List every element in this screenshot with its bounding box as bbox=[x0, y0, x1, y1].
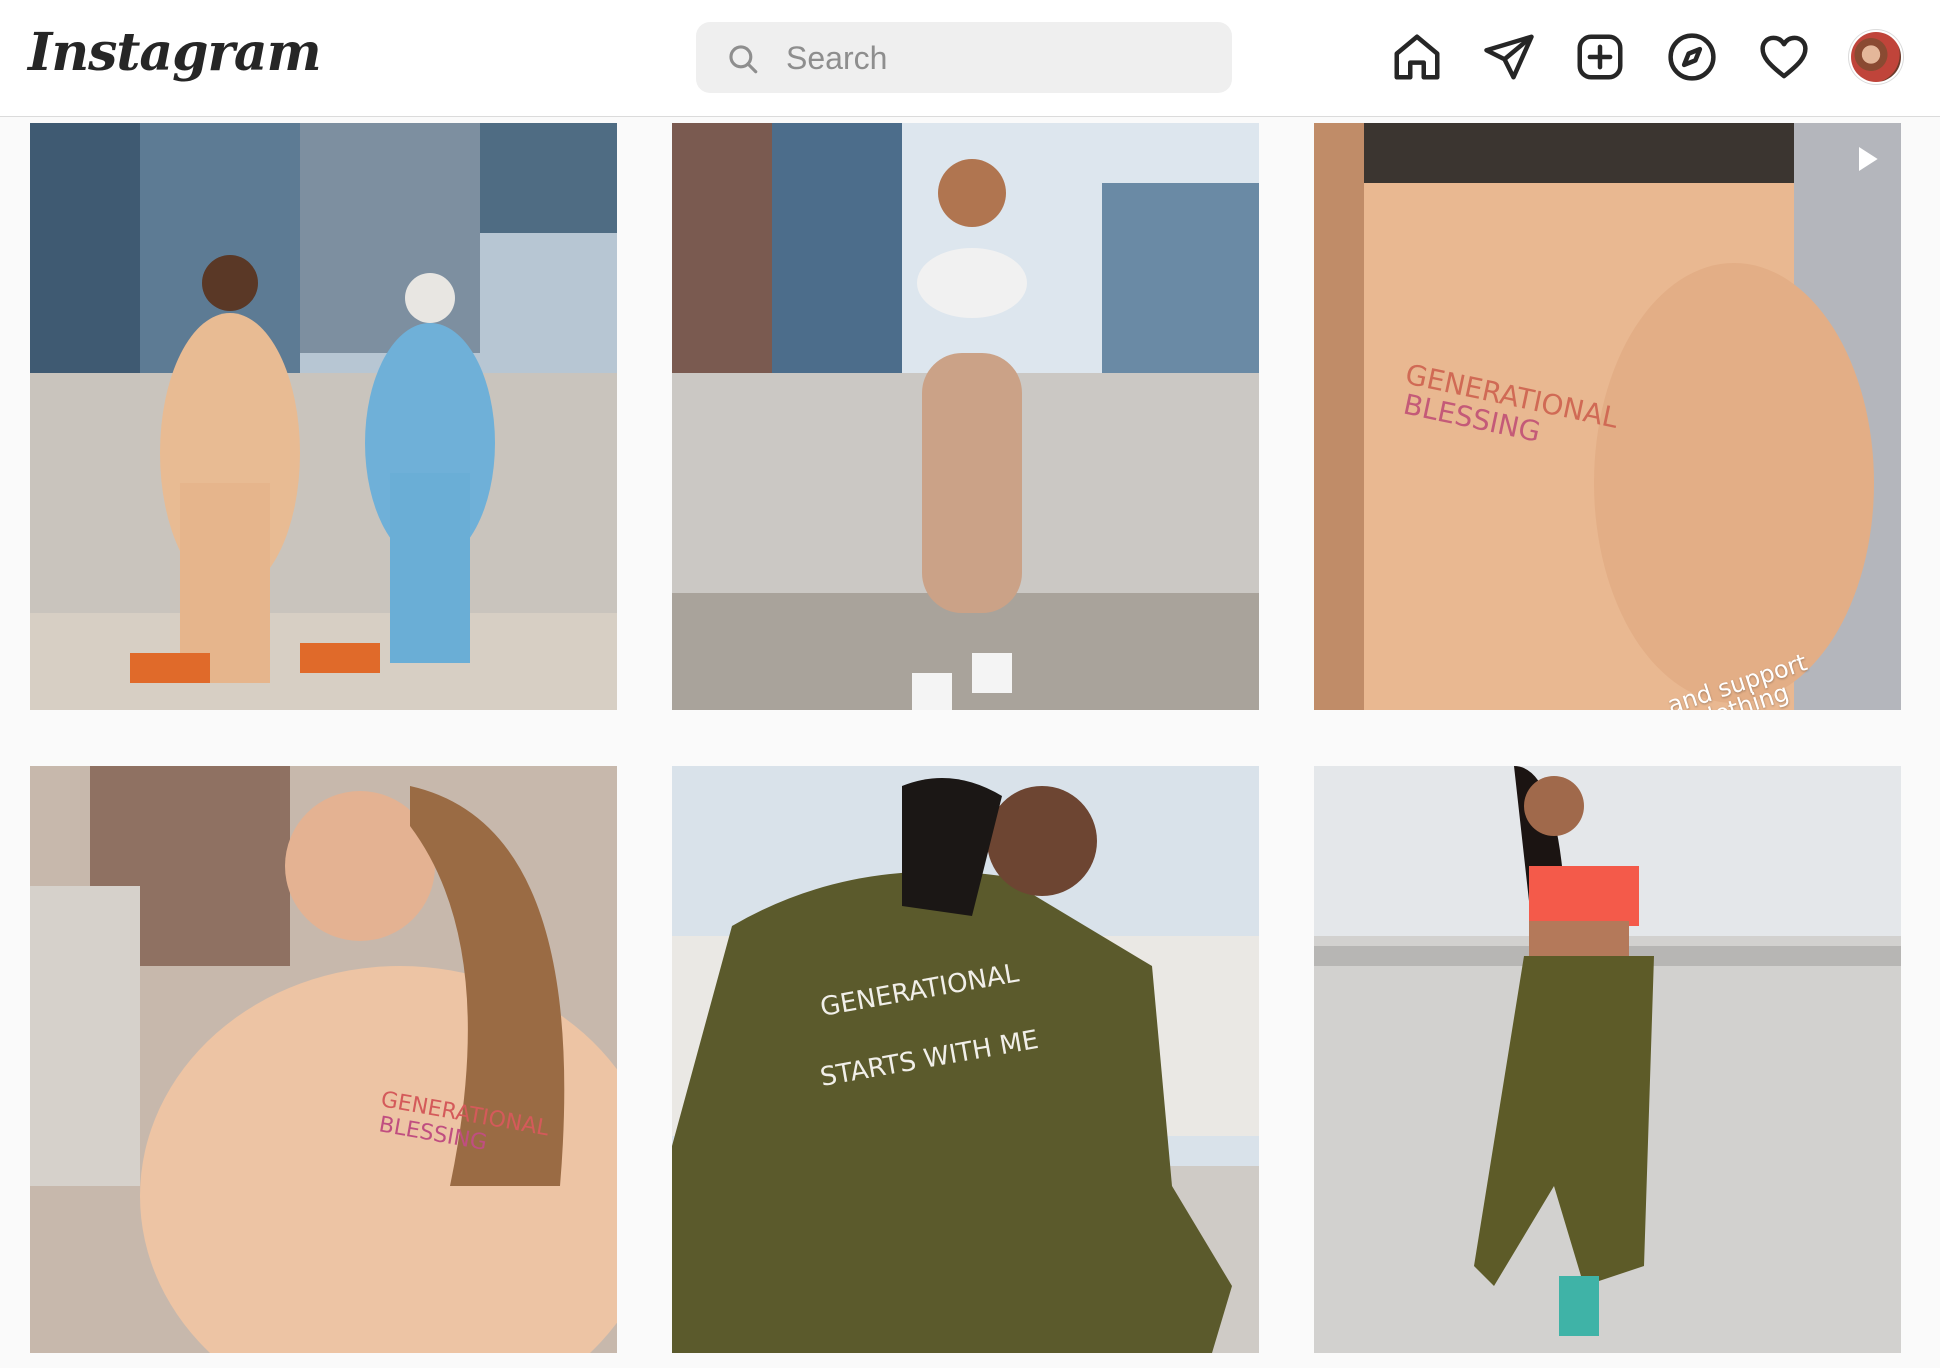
direct-message-icon[interactable] bbox=[1482, 30, 1536, 84]
post-tile-1[interactable] bbox=[30, 123, 617, 710]
search-input[interactable] bbox=[784, 22, 1208, 95]
post-image-woman-olive-joggers bbox=[1314, 766, 1901, 1353]
post-image-olive-hoodie-back: GENERATIONAL STARTS WITH ME bbox=[672, 766, 1259, 1353]
search-box[interactable] bbox=[696, 22, 1232, 95]
video-play-icon bbox=[1859, 147, 1878, 171]
activity-heart-icon[interactable] bbox=[1757, 30, 1811, 84]
top-nav-bar: Instagram bbox=[0, 0, 1940, 117]
instagram-logo[interactable]: Instagram bbox=[28, 22, 322, 83]
post-image-woman-walking bbox=[672, 123, 1259, 710]
post-tile-4[interactable]: GENERATIONAL BLESSING bbox=[30, 766, 617, 1353]
post-tile-3[interactable]: GENERATIONAL BLESSING and support clothi… bbox=[1314, 123, 1901, 710]
profile-avatar[interactable] bbox=[1851, 32, 1901, 82]
post-tile-6[interactable] bbox=[1314, 766, 1901, 1353]
home-icon[interactable] bbox=[1390, 30, 1444, 84]
search-icon bbox=[729, 45, 758, 74]
post-image-woman-sweatshirt: GENERATIONAL BLESSING bbox=[30, 766, 617, 1353]
new-post-icon[interactable] bbox=[1573, 30, 1627, 84]
post-tile-5[interactable]: GENERATIONAL STARTS WITH ME bbox=[672, 766, 1259, 1353]
post-tile-2[interactable] bbox=[672, 123, 1259, 710]
post-image-sweatshirt-closeup: GENERATIONAL BLESSING bbox=[1314, 123, 1901, 710]
post-image-couple-tracksuits bbox=[30, 123, 617, 710]
explore-icon[interactable] bbox=[1665, 30, 1719, 84]
